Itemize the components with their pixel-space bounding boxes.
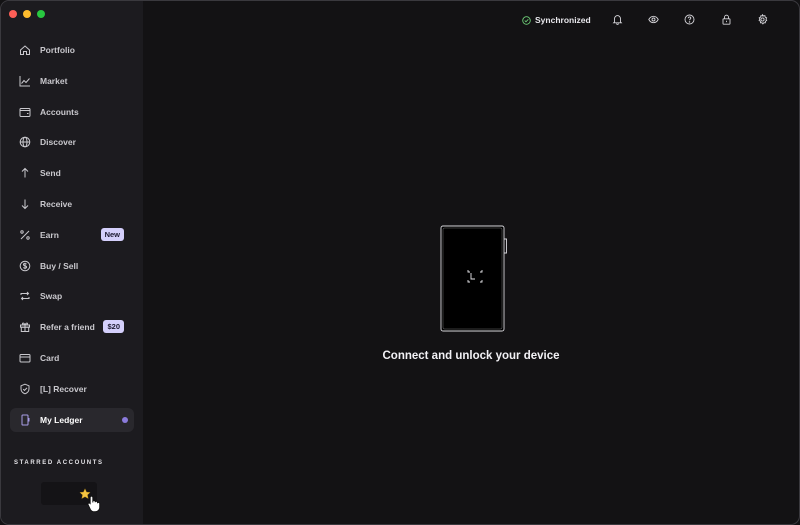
sidebar-item-card[interactable]: Card (10, 346, 134, 370)
gear-icon[interactable] (757, 14, 768, 25)
sidebar-item-label: Portfolio (40, 45, 75, 55)
sidebar-item-label: Earn (40, 229, 59, 240)
sync-status[interactable]: Synchronized (522, 15, 591, 25)
sidebar-item-label: Refer a friend (40, 322, 95, 333)
sidebar-item-recover[interactable]: [L] Recover (10, 377, 134, 401)
chart-line-icon (10, 75, 40, 87)
ledger-device-illustration (440, 225, 507, 332)
check-circle-icon (522, 15, 531, 25)
sidebar-item-receive[interactable]: Receive (10, 192, 134, 216)
reward-badge: $20 (103, 320, 124, 334)
globe-icon (10, 136, 40, 148)
lock-icon[interactable] (721, 14, 732, 25)
starred-accounts-heading: STARRED ACCOUNTS (14, 460, 104, 466)
sync-status-label: Synchronized (535, 15, 591, 25)
help-icon[interactable] (684, 14, 695, 25)
arrow-up-icon (10, 167, 40, 179)
swap-icon (10, 290, 40, 302)
shield-icon (10, 383, 40, 395)
hand-cursor-icon (87, 495, 101, 513)
sidebar-item-label: My Ledger (40, 414, 83, 425)
sidebar-item-my-ledger[interactable]: My Ledger (10, 407, 134, 432)
window-controls (9, 10, 45, 18)
sidebar-item-buy-sell[interactable]: Buy / Sell (10, 254, 134, 278)
sidebar-item-label: Swap (40, 291, 63, 302)
sidebar-item-label: Buy / Sell (40, 260, 79, 271)
maximize-window-button[interactable] (37, 10, 45, 18)
home-icon (10, 44, 40, 56)
notification-dot (122, 416, 128, 423)
arrow-down-icon (10, 198, 40, 210)
sidebar-item-label: Discover (40, 137, 76, 148)
bell-icon[interactable] (612, 14, 623, 25)
sidebar-item-market[interactable]: Market (10, 69, 134, 93)
sidebar-item-label: Send (40, 168, 61, 179)
new-badge: New (100, 227, 124, 241)
sidebar-item-label: Accounts (40, 106, 79, 117)
wallet-icon (10, 106, 40, 118)
sidebar-item-label: Market (40, 75, 68, 86)
percent-icon (10, 229, 40, 241)
sidebar: Portfolio Market Accounts Discover Send … (1, 1, 143, 524)
sidebar-item-discover[interactable]: Discover (10, 130, 134, 154)
close-window-button[interactable] (9, 10, 17, 18)
eye-icon[interactable] (648, 14, 659, 25)
connect-device-message: Connect and unlock your device (382, 350, 560, 362)
sidebar-item-label: [L] Recover (40, 383, 87, 394)
sidebar-item-label: Card (40, 352, 60, 363)
sidebar-item-accounts[interactable]: Accounts (10, 100, 134, 124)
sidebar-item-swap[interactable]: Swap (10, 284, 134, 308)
card-icon (10, 352, 40, 364)
sidebar-item-label: Receive (40, 198, 73, 209)
device-icon (10, 414, 40, 426)
app-window: Portfolio Market Accounts Discover Send … (0, 0, 800, 525)
sidebar-item-earn[interactable]: Earn New (10, 223, 134, 247)
sidebar-item-send[interactable]: Send (10, 161, 134, 185)
sidebar-nav: Portfolio Market Accounts Discover Send … (10, 38, 134, 438)
sidebar-item-portfolio[interactable]: Portfolio (10, 38, 134, 62)
sidebar-item-refer-a-friend[interactable]: Refer a friend $20 (10, 315, 134, 339)
gift-icon (10, 321, 40, 333)
dollar-icon (10, 260, 40, 272)
minimize-window-button[interactable] (23, 10, 31, 18)
